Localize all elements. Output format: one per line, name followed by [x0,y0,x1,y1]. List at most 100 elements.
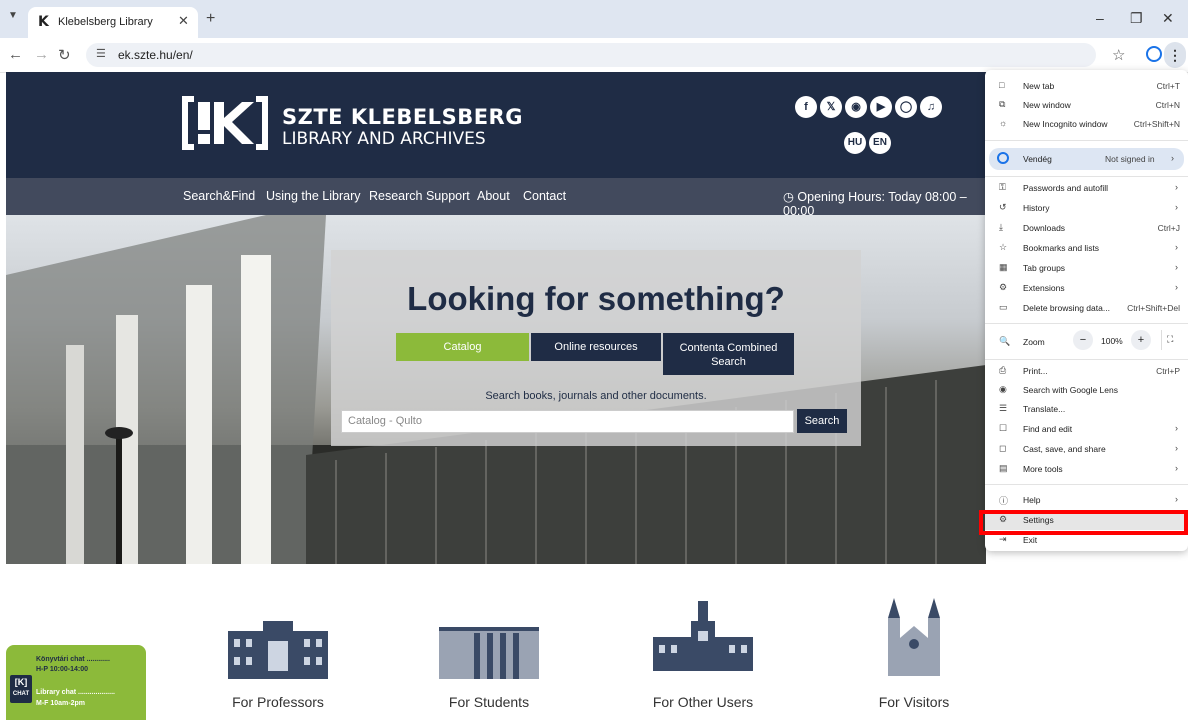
menu-tab-groups[interactable]: ▦ Tab groups › [985,258,1188,278]
university-building-icon [228,621,328,679]
restore-button[interactable]: ❐ [1130,10,1143,27]
menu-translate[interactable]: ☰ Translate... [985,399,1188,419]
find-icon: ☐ [999,423,1008,433]
toolbox-icon: ▤ [999,463,1008,473]
cast-icon: ◻ [999,443,1007,453]
browser-toolbar: ← → ↻ ☰ ek.szte.hu/en/ ☆ ⋮ [0,38,1188,73]
nav-using-library[interactable]: Using the Library [266,189,361,203]
new-tab-button[interactable]: + [206,10,215,28]
facebook-icon[interactable]: f [795,96,817,118]
chat-hours-en: M-F 10am-2pm [36,700,86,707]
profile-name: Vendég [1023,154,1052,164]
menu-find-edit[interactable]: ☐ Find and edit › [985,419,1188,439]
new-tab-icon: □ [999,80,1005,90]
tab-catalog[interactable]: Catalog [396,333,529,361]
search-button[interactable]: Search [797,409,847,433]
opening-hours: ◷ Opening Hours: Today 08:00 – 00:00 [783,189,986,218]
forward-button[interactable]: → [34,46,49,63]
new-window-icon: ⧉ [999,99,1006,109]
menu-more-tools[interactable]: ▤ More tools › [985,459,1188,479]
instagram-icon[interactable]: ◯ [895,96,917,118]
site-info-icon[interactable]: ☰ [96,47,106,60]
nav-contact[interactable]: Contact [523,189,566,203]
hero-heading: Looking for something? [407,280,785,317]
star-icon: ☆ [999,242,1008,252]
menu-zoom-row: 🔍 Zoom − 100% + ⛶ [985,328,1188,354]
menu-new-incognito[interactable]: ☼ New Incognito window Ctrl+Shift+N [985,114,1188,134]
chevron-right-icon: › [1175,242,1178,252]
zoom-in-button[interactable]: + [1131,330,1151,350]
menu-delete-browsing-data[interactable]: ▭ Delete browsing data... Ctrl+Shift+Del [985,298,1188,318]
menu-downloads[interactable]: ⤓ Downloads Ctrl+J [985,218,1188,238]
hero-banner: Looking for something? Catalog Online re… [6,215,986,564]
lang-en-button[interactable]: EN [869,132,891,154]
puzzle-icon: ⚙ [999,282,1008,292]
search-panel: Looking for something? Catalog Online re… [331,250,861,446]
youtube-icon[interactable]: ▶ [870,96,892,118]
tab-search-chevron-icon[interactable]: ▼ [8,10,18,21]
menu-cast-save-share[interactable]: ◻ Cast, save, and share › [985,439,1188,459]
help-icon: ⓘ [999,496,1009,506]
chrome-menu-button[interactable]: ⋮ [1164,42,1186,68]
library-building-icon [439,627,539,679]
chevron-right-icon: › [1175,202,1178,212]
menu-history[interactable]: ↺ History › [985,198,1188,218]
logo-title: SZTE KLEBELSBERG [282,105,523,129]
back-button[interactable]: ← [8,46,23,63]
menu-print[interactable]: ⎙ Print... Ctrl+P [985,361,1188,381]
bookmark-star-icon[interactable]: ☆ [1112,46,1125,64]
x-twitter-icon[interactable]: 𝕏 [820,96,842,118]
menu-bookmarks[interactable]: ☆ Bookmarks and lists › [985,238,1188,258]
chat-line-hu: Könyvtári chat ............ [36,656,110,663]
settings-highlight-box [979,510,1188,535]
catalog-search-input[interactable]: Catalog - Qulto [341,410,794,433]
site-favicon-icon: K [38,14,49,30]
translate-icon: ☰ [999,403,1008,413]
nav-search-find[interactable]: Search&Find [183,189,255,203]
menu-extensions[interactable]: ⚙ Extensions › [985,278,1188,298]
download-icon: ⤓ [999,222,1003,232]
chevron-right-icon: › [1175,463,1178,473]
menu-new-window[interactable]: ⧉ New window Ctrl+N [985,95,1188,115]
chat-widget[interactable]: [K] CHAT Könyvtári chat ............ H-P… [6,645,146,720]
browser-tab[interactable]: K Klebelsberg Library ✕ [28,7,198,38]
nav-about[interactable]: About [477,189,510,203]
profile-icon [997,152,1009,164]
profile-status: Not signed in [1105,154,1155,164]
menu-google-lens[interactable]: ◉ Search with Google Lens [985,380,1188,400]
card-label: For Visitors [878,694,950,710]
window-close-button[interactable]: ✕ [1162,10,1174,27]
trash-icon: ▭ [999,302,1008,312]
zoom-value: 100% [1101,336,1123,346]
chevron-right-icon: › [1175,443,1178,453]
lang-hu-button[interactable]: HU [844,132,866,154]
card-label: For Students [448,694,530,710]
menu-profile-row[interactable]: Vendég Not signed in › [989,148,1184,170]
url-text[interactable]: ek.szte.hu/en/ [118,48,193,62]
profile-icon[interactable] [1146,46,1162,62]
menu-new-tab[interactable]: □ New tab Ctrl+T [985,76,1188,96]
tab-groups-icon: ▦ [999,262,1008,272]
chat-logo-mark: [K] [14,677,28,687]
search-hint: Search books, journals and other documen… [485,390,707,402]
zoom-out-button[interactable]: − [1073,330,1093,350]
site-nav: Search&Find Using the Library Research S… [6,178,986,218]
chat-logo-text: CHAT [12,691,30,697]
cathedral-icon [888,598,940,676]
fullscreen-icon[interactable]: ⛶ [1167,334,1173,345]
nav-research-support[interactable]: Research Support [369,189,470,203]
lens-icon: ◉ [999,384,1007,394]
zoom-icon: 🔍 [999,336,1011,346]
tab-online-resources[interactable]: Online resources [531,333,661,361]
tab-close-icon[interactable]: ✕ [178,13,189,29]
tab-contenta-combined-search[interactable]: Contenta Combined Search [663,333,794,375]
library-logo-icon[interactable] [180,94,270,152]
tab-title: Klebelsberg Library [58,16,153,28]
menu-passwords[interactable]: ⚿ Passwords and autofill › [985,178,1188,198]
tiktok-icon[interactable]: ♫ [920,96,942,118]
menu-help[interactable]: ⓘ Help › [985,490,1188,510]
rss-icon[interactable]: ◉ [845,96,867,118]
reload-button[interactable]: ↻ [58,46,71,64]
address-bar[interactable]: ☰ ek.szte.hu/en/ [86,43,1096,67]
minimize-button[interactable]: – [1096,10,1104,26]
